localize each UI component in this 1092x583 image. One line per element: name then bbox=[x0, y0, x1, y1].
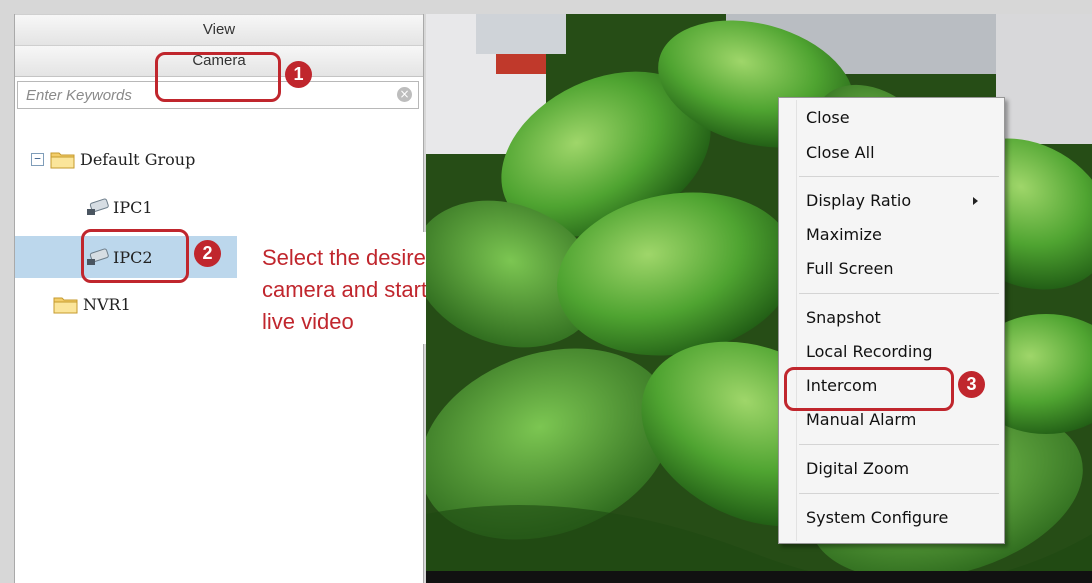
menu-item-label: Display Ratio bbox=[806, 191, 912, 210]
menu-item-local-recording[interactable]: Local Recording bbox=[806, 338, 933, 366]
tree-item-nvr1[interactable]: NVR1 bbox=[53, 289, 131, 319]
menu-separator bbox=[799, 176, 999, 177]
menu-gutter bbox=[796, 100, 797, 541]
menu-item-digital-zoom[interactable]: Digital Zoom bbox=[806, 455, 909, 483]
tree-item-label: IPC1 bbox=[113, 197, 153, 217]
menu-item-snapshot[interactable]: Snapshot bbox=[806, 304, 881, 332]
menu-separator bbox=[799, 444, 999, 445]
step-badge-1: 1 bbox=[285, 61, 312, 88]
folder-icon bbox=[53, 297, 78, 314]
tree-item-ipc1[interactable]: IPC1 bbox=[85, 192, 153, 222]
menu-item-display-ratio[interactable]: Display Ratio bbox=[806, 187, 996, 215]
menu-item-close[interactable]: Close bbox=[806, 104, 850, 132]
menu-item-full-screen[interactable]: Full Screen bbox=[806, 255, 893, 283]
highlight-camera-tab bbox=[155, 52, 281, 102]
tree-item-default-group[interactable]: − Default Group bbox=[31, 144, 195, 174]
clear-icon[interactable]: × bbox=[397, 87, 412, 102]
video-context-menu: Close Close All Display Ratio Maximize F… bbox=[778, 97, 1005, 544]
tree-item-label: Default Group bbox=[80, 149, 196, 169]
menu-separator bbox=[799, 293, 999, 294]
menu-item-maximize[interactable]: Maximize bbox=[806, 221, 882, 249]
tab-view[interactable]: View bbox=[15, 14, 423, 46]
menu-item-system-configure[interactable]: System Configure bbox=[806, 504, 948, 532]
folder-icon bbox=[50, 152, 75, 169]
highlight-ipc2 bbox=[81, 229, 189, 283]
step-badge-2: 2 bbox=[194, 240, 221, 267]
camera-icon bbox=[87, 198, 109, 215]
step-badge-3: 3 bbox=[958, 371, 985, 398]
menu-separator bbox=[799, 493, 999, 494]
video-status-strip bbox=[426, 571, 1092, 583]
tree-item-label: NVR1 bbox=[83, 294, 131, 314]
chevron-right-icon bbox=[973, 197, 978, 205]
menu-item-close-all[interactable]: Close All bbox=[806, 139, 875, 167]
collapse-icon[interactable]: − bbox=[31, 152, 44, 166]
highlight-intercom bbox=[784, 367, 954, 411]
